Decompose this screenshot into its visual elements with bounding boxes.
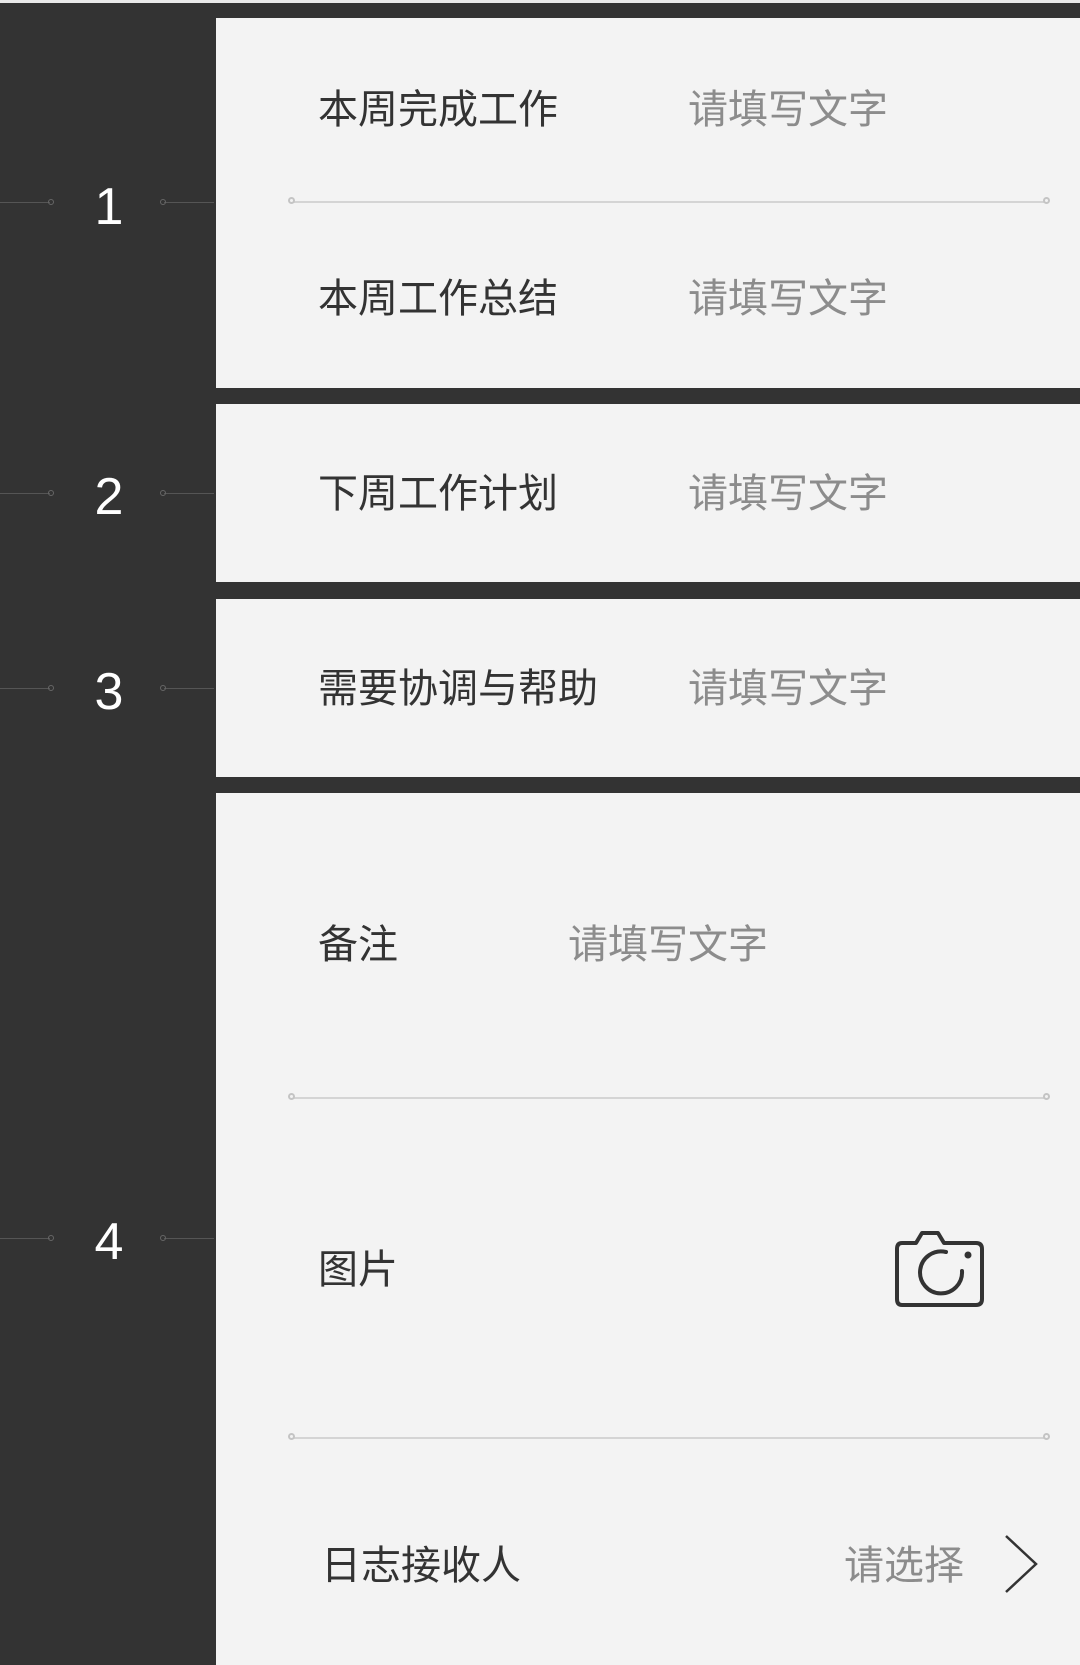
next-week-plan-input[interactable]	[688, 470, 1008, 518]
camera-icon[interactable]	[894, 1225, 986, 1309]
lead-line	[0, 199, 54, 205]
connector-line	[160, 199, 214, 205]
connector-line	[160, 1235, 214, 1241]
coordination-input[interactable]	[688, 665, 1008, 713]
completed-work-input[interactable]	[688, 86, 1008, 134]
lead-line	[0, 685, 54, 691]
step-number: 1	[94, 178, 124, 236]
connector-line	[160, 490, 214, 496]
step-number: 3	[94, 663, 124, 721]
images-label: 图片	[318, 1247, 398, 1293]
completed-work-label: 本周完成工作	[318, 87, 558, 133]
divider	[288, 1433, 1050, 1440]
top-strip	[0, 0, 1080, 3]
coordination-label: 需要协调与帮助	[318, 666, 598, 712]
card-weekly-work	[216, 18, 1080, 388]
recipient-select[interactable]: 请选择	[844, 1542, 964, 1590]
recipient-label: 日志接收人	[321, 1543, 521, 1589]
connector-line	[160, 685, 214, 691]
remarks-input[interactable]	[568, 921, 888, 969]
lead-line	[0, 490, 54, 496]
divider	[288, 197, 1050, 204]
step-number: 2	[94, 468, 124, 526]
step-number: 4	[94, 1213, 124, 1271]
chevron-right-icon[interactable]	[1003, 1533, 1039, 1595]
work-summary-label: 本周工作总结	[318, 276, 558, 322]
remarks-label: 备注	[318, 922, 398, 968]
lead-line	[0, 1235, 54, 1241]
work-summary-input[interactable]	[688, 275, 1008, 323]
next-week-plan-label: 下周工作计划	[318, 471, 558, 517]
divider	[288, 1093, 1050, 1100]
